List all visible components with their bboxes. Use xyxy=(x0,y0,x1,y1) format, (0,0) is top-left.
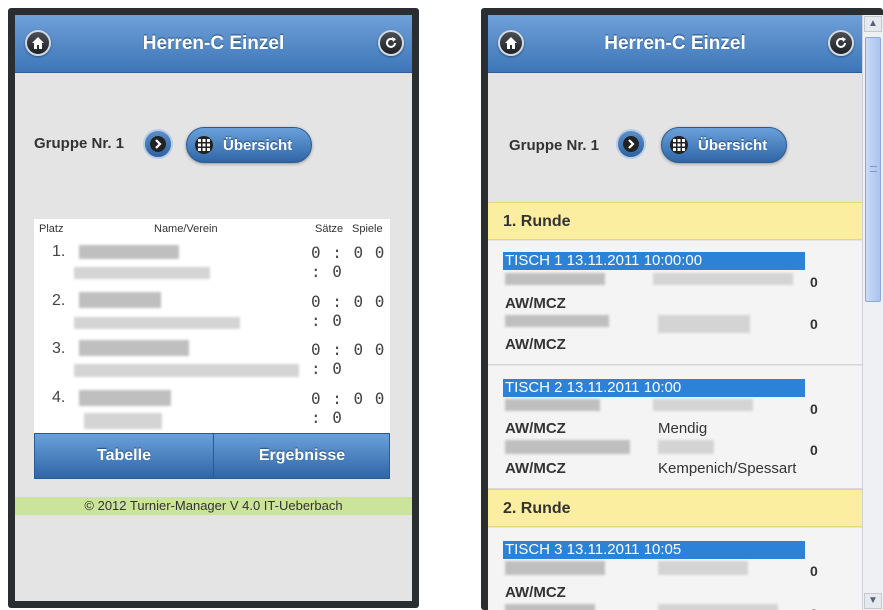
column-header-rank: Platz xyxy=(39,223,64,235)
page-title: Herren-C Einzel xyxy=(604,33,746,54)
match-card[interactable]: TISCH 3 13.11.2011 10:05 0 AW/MCZ 0 xyxy=(488,528,862,610)
round-header: 2. Runde xyxy=(488,489,862,527)
player-points: 0 xyxy=(810,442,818,458)
player-club: AW/MCZ xyxy=(505,295,566,312)
grip-icon xyxy=(870,166,877,172)
match-table-time: TISCH 1 13.11.2011 10:00:00 xyxy=(503,252,805,270)
scroll-up-arrow-icon[interactable]: ▲ xyxy=(864,16,882,32)
player-name-redacted xyxy=(79,292,161,308)
player-club-secondary: Mendig xyxy=(658,420,708,437)
table-row-rank: 3. xyxy=(52,340,66,357)
left-phone-frame: Herren-C Einzel Gruppe Nr. 1 Übersicht P… xyxy=(8,8,419,608)
player-club: AW/MCZ xyxy=(505,420,566,437)
column-header-sets: Sätze xyxy=(315,223,344,235)
player-club-redacted xyxy=(84,413,162,429)
match-card[interactable]: TISCH 2 13.11.2011 10:00 0 AW/MCZ Mendig… xyxy=(488,366,862,489)
table-row-score: 0 : 0 0 : 0 xyxy=(311,340,386,378)
group-label: Gruppe Nr. 1 xyxy=(34,135,125,152)
table-row-score: 0 : 0 0 : 0 xyxy=(311,292,386,330)
player-club-secondary: Kempenich/Spessart xyxy=(658,460,797,477)
overview-label: Übersicht xyxy=(698,137,768,154)
player-points: 0 xyxy=(810,606,818,610)
overview-label: Übersicht xyxy=(223,137,293,154)
right-phone-frame: Herren-C Einzel Gruppe Nr. 1 Übersicht 1… xyxy=(481,8,883,610)
player-name-redacted xyxy=(505,315,609,327)
player-name-redacted xyxy=(658,561,748,575)
player-name-redacted xyxy=(653,399,753,411)
refresh-button[interactable] xyxy=(378,30,404,56)
player-name-redacted xyxy=(505,561,605,575)
screenshot-stage: Herren-C Einzel Gruppe Nr. 1 Übersicht P… xyxy=(0,0,883,610)
chevron-right-icon xyxy=(150,136,166,152)
next-group-button[interactable] xyxy=(143,129,173,159)
player-name-redacted xyxy=(505,273,605,285)
match-table-time: TISCH 2 13.11.2011 10:00 xyxy=(503,379,805,397)
player-name-redacted xyxy=(658,315,750,333)
match-table-time: TISCH 3 13.11.2011 10:05 xyxy=(503,541,805,559)
player-points: 0 xyxy=(810,563,818,579)
player-name-redacted xyxy=(653,273,793,285)
chevron-right-icon xyxy=(623,136,639,152)
page-title: Herren-C Einzel xyxy=(142,33,285,54)
player-name-redacted xyxy=(79,245,179,259)
right-header-bar: Herren-C Einzel xyxy=(488,15,862,73)
tab-tabelle[interactable]: Tabelle xyxy=(35,434,213,478)
table-row-score: 0 : 0 0 : 0 xyxy=(311,243,386,281)
player-club-redacted xyxy=(74,364,299,377)
refresh-icon xyxy=(386,37,396,48)
column-header-games: Spiele xyxy=(352,223,383,235)
vertical-scrollbar[interactable]: ▲ ▼ xyxy=(862,15,883,610)
player-club: AW/MCZ xyxy=(505,460,566,477)
column-header-name: Name/Verein xyxy=(154,223,218,235)
round-header: 1. Runde xyxy=(488,202,862,240)
right-screen: Herren-C Einzel Gruppe Nr. 1 Übersicht 1… xyxy=(488,15,862,610)
next-group-button[interactable] xyxy=(616,129,646,159)
player-points: 0 xyxy=(810,401,818,417)
player-name-redacted xyxy=(658,440,714,454)
left-screen: Herren-C Einzel Gruppe Nr. 1 Übersicht P… xyxy=(15,15,412,601)
tab-ergebnisse[interactable]: Ergebnisse xyxy=(214,434,390,478)
overview-button[interactable]: Übersicht xyxy=(186,127,312,163)
group-label: Gruppe Nr. 1 xyxy=(509,137,600,154)
player-name-redacted xyxy=(658,604,778,610)
table-row-rank: 4. xyxy=(52,389,66,406)
player-club: AW/MCZ xyxy=(505,584,566,601)
left-header-bar: Herren-C Einzel xyxy=(15,15,412,73)
footer-copyright: © 2012 Turnier-Manager V 4.0 IT-Ueberbac… xyxy=(15,497,412,515)
table-row-rank: 1. xyxy=(52,243,66,260)
grid-icon xyxy=(195,136,213,154)
player-name-redacted xyxy=(79,340,189,356)
player-name-redacted xyxy=(79,390,171,406)
table-row-score: 0 : 0 0 : 0 xyxy=(311,389,386,427)
match-card[interactable]: TISCH 1 13.11.2011 10:00:00 0 AW/MCZ 0 A… xyxy=(488,241,862,365)
refresh-button[interactable] xyxy=(828,30,854,56)
overview-button[interactable]: Übersicht xyxy=(661,127,787,163)
player-club: AW/MCZ xyxy=(505,336,566,353)
grid-icon xyxy=(670,136,688,154)
scrollbar-thumb[interactable] xyxy=(865,37,881,302)
standings-table: Platz Name/Verein Sätze Spiele 1. 0 : 0 … xyxy=(34,219,390,433)
player-name-redacted xyxy=(505,440,630,454)
player-points: 0 xyxy=(810,274,818,290)
refresh-icon xyxy=(836,37,846,48)
player-club-redacted xyxy=(74,317,240,329)
player-club-redacted xyxy=(74,267,210,279)
player-name-redacted xyxy=(505,399,600,411)
player-points: 0 xyxy=(810,316,818,332)
scroll-down-arrow-icon[interactable]: ▼ xyxy=(864,593,882,609)
bottom-tab-bar: Tabelle Ergebnisse xyxy=(34,433,390,479)
table-row-rank: 2. xyxy=(52,292,66,309)
player-name-redacted xyxy=(505,604,595,610)
